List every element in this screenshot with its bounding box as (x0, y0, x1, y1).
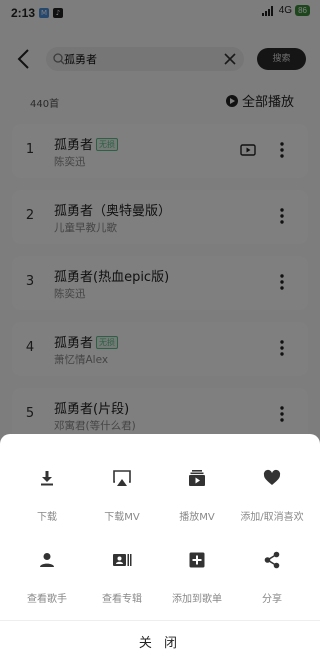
download-icon (41, 471, 53, 486)
action-label: 添加/取消喜欢 (240, 512, 304, 523)
action-label: 下载 (37, 512, 57, 523)
add-playlist-icon (189, 552, 205, 568)
airplay-icon (113, 470, 131, 486)
play-mv-button[interactable]: 播放MV (157, 468, 237, 528)
view-artist-button[interactable]: 查看歌手 (7, 550, 87, 610)
album-icon (113, 554, 132, 566)
share-icon (264, 551, 280, 569)
download-mv-button[interactable]: 下载MV (82, 468, 162, 528)
action-label: 播放MV (179, 512, 215, 523)
heart-icon (263, 469, 281, 485)
action-label: 下载MV (104, 512, 140, 523)
add-to-playlist-button[interactable]: 添加到歌单 (157, 550, 237, 610)
action-label: 添加到歌单 (172, 594, 222, 605)
play-mv-icon (189, 470, 205, 486)
action-label: 分享 (262, 594, 282, 605)
download-button[interactable]: 下载 (7, 468, 87, 528)
action-label: 查看专辑 (102, 594, 142, 605)
view-album-button[interactable]: 查看专辑 (82, 550, 162, 610)
share-button[interactable]: 分享 (232, 550, 312, 610)
action-label: 查看歌手 (27, 594, 67, 605)
close-button[interactable]: 关 闭 (0, 621, 320, 666)
like-toggle-button[interactable]: 添加/取消喜欢 (232, 468, 312, 528)
person-icon (40, 553, 54, 567)
action-sheet: 下载 下载MV 播放MV 添加/取消喜欢 查看歌手 查看专辑 添加到歌单 分享 … (0, 434, 320, 666)
